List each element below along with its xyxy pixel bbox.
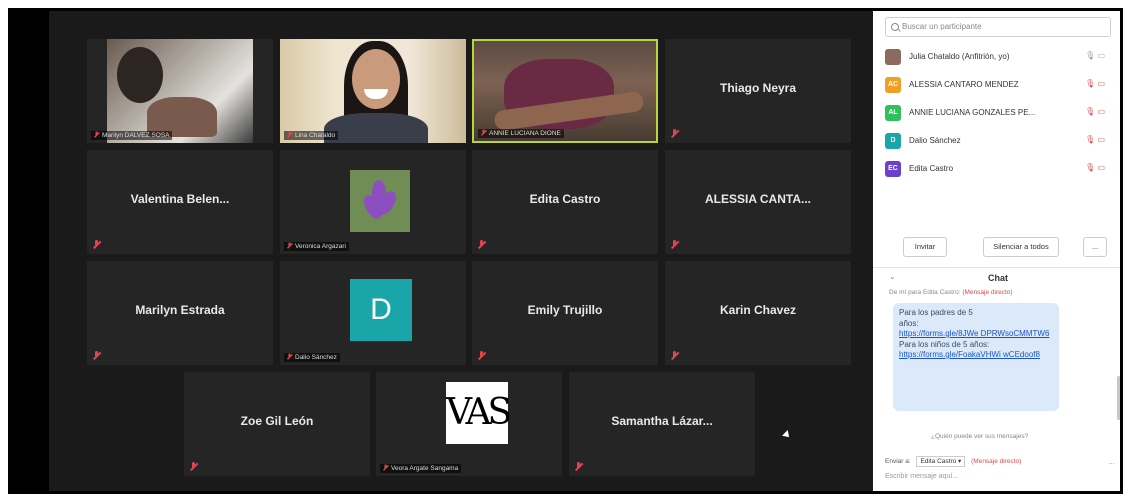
muted-mic-icon bbox=[481, 129, 486, 135]
participant-name: Thiago Neyra bbox=[719, 81, 797, 95]
message-visibility-hint[interactable]: ¿Quién puede ver sus mensajes? bbox=[931, 433, 1028, 440]
send-to-row: Enviar a: Edita Castro ▾ (Mensaje direct… bbox=[885, 456, 1022, 467]
message-link[interactable]: https://forms.gle/FoakaVHWi wCEdoof8 bbox=[899, 350, 1053, 361]
chat-previous-message: De mí para Edita Castro: (Mensaje direct… bbox=[889, 289, 1013, 296]
participant-name: Edita Castro bbox=[529, 192, 601, 206]
video-tile-edita-castro[interactable]: Edita Castro bbox=[472, 150, 658, 254]
message-text: Para los niños de 5 años: bbox=[899, 339, 990, 349]
participant-label: Marilyn DALVEZ SOSA bbox=[91, 131, 173, 140]
school-logo: VAS bbox=[446, 382, 512, 444]
video-tile-marilyn-dalvez[interactable]: Marilyn DALVEZ SOSA bbox=[87, 39, 273, 143]
mic-video-icon[interactable]: 🎙 ▭ bbox=[1085, 107, 1105, 116]
participant-name: Zoe Gil León bbox=[240, 414, 314, 428]
muted-mic-icon bbox=[478, 351, 485, 360]
screenshot-frame: Marilyn DALVEZ SOSA Lina Chataldo ANNIE … bbox=[8, 8, 1123, 494]
video-tile-alessia[interactable]: ALESSIA CANTA... bbox=[665, 150, 851, 254]
side-panel: Buscar un participante Julia Chataldo (A… bbox=[873, 11, 1120, 491]
invite-button[interactable]: Invitar bbox=[903, 237, 947, 257]
video-tile-emily-trujillo[interactable]: Emily Trujillo bbox=[472, 261, 658, 365]
avatar: AC bbox=[885, 77, 901, 93]
participant-video bbox=[107, 39, 253, 143]
muted-mic-icon bbox=[93, 351, 100, 360]
gallery-view: Marilyn DALVEZ SOSA Lina Chataldo ANNIE … bbox=[11, 11, 873, 491]
avatar: D bbox=[350, 279, 412, 341]
send-to-label: Enviar a: bbox=[885, 458, 911, 465]
video-tile-thiago-neyra[interactable]: Thiago Neyra bbox=[665, 39, 851, 143]
video-tile-valentina[interactable]: Valentina Belen... bbox=[87, 150, 273, 254]
muted-mic-icon bbox=[671, 129, 678, 138]
avatar: AL bbox=[885, 105, 901, 121]
participant-name: Marilyn Estrada bbox=[135, 303, 225, 317]
chat-message-bubble: Para los padres de 5 años: https://forms… bbox=[893, 303, 1059, 411]
muted-mic-icon bbox=[287, 131, 292, 137]
mic-video-icon[interactable]: 🎙 ▭ bbox=[1085, 79, 1105, 88]
participant-name: Julia Chataldo (Anfitrión, yo) bbox=[909, 52, 1010, 61]
participant-name: ALESSIA CANTA... bbox=[704, 192, 811, 206]
muted-mic-icon bbox=[671, 351, 678, 360]
participant-label: Veronica Argazari bbox=[284, 242, 349, 251]
participant-row[interactable]: D Dalio Sánchez 🎙 ▭ bbox=[885, 131, 1113, 153]
participant-name: Karin Chavez bbox=[719, 303, 797, 317]
chat-header: ⌄ Chat bbox=[873, 267, 1120, 288]
profile-picture-flower bbox=[350, 170, 410, 232]
participant-row[interactable]: AC ALESSIA CANTARO MENDEZ 🎙 ▭ bbox=[885, 75, 1113, 97]
video-tile-zoe-gil[interactable]: Zoe Gil León bbox=[184, 372, 370, 476]
participant-video bbox=[280, 39, 466, 143]
muted-mic-icon bbox=[190, 462, 197, 471]
direct-message-label: (Mensaje directo) bbox=[971, 458, 1022, 465]
mic-video-icon[interactable]: 🎙 ▭ bbox=[1085, 163, 1105, 172]
video-tile-lina-chataldo[interactable]: Lina Chataldo bbox=[280, 39, 466, 143]
chat-scrollbar[interactable] bbox=[1117, 376, 1120, 420]
participant-name: Dalio Sánchez bbox=[909, 136, 961, 145]
participant-name: ALESSIA CANTARO MENDEZ bbox=[909, 80, 1019, 89]
participant-name: ANNIE LUCIANA GONZALES PE... bbox=[909, 108, 1036, 117]
video-tile-veronica[interactable]: Veronica Argazari bbox=[280, 150, 466, 254]
chat-more-button[interactable]: ... bbox=[1108, 457, 1115, 466]
left-black-bar bbox=[11, 11, 49, 491]
avatar: D bbox=[885, 133, 901, 149]
participant-label: Dalio Sánchez bbox=[284, 353, 340, 362]
participant-row[interactable]: Julia Chataldo (Anfitrión, yo) 🎙 ▭ bbox=[885, 47, 1113, 69]
message-link[interactable]: https://forms.gle/8JWe DPRWsoCMMTW6 bbox=[899, 329, 1053, 340]
recipient-dropdown[interactable]: Edita Castro ▾ bbox=[916, 456, 966, 467]
muted-mic-icon bbox=[575, 462, 582, 471]
avatar bbox=[885, 49, 901, 65]
participant-label: Lina Chataldo bbox=[284, 131, 339, 140]
message-text: Para los padres de 5 bbox=[899, 308, 973, 317]
video-tile-dalio-sanchez[interactable]: D Dalio Sánchez bbox=[280, 261, 466, 365]
video-tile-karin-chavez[interactable]: Karin Chavez bbox=[665, 261, 851, 365]
chat-message-input[interactable]: Escribir mensaje aquí... bbox=[885, 473, 958, 480]
participant-video bbox=[474, 41, 656, 141]
muted-mic-icon bbox=[287, 353, 292, 359]
muted-mic-icon bbox=[93, 240, 100, 249]
video-tile-veora-argate[interactable]: VAS Veora Argate Sangama bbox=[376, 372, 562, 476]
muted-mic-icon bbox=[383, 464, 388, 470]
participant-label: Veora Argate Sangama bbox=[380, 464, 462, 473]
participant-name: Valentina Belen... bbox=[130, 192, 230, 206]
participant-name: Emily Trujillo bbox=[527, 303, 603, 317]
mute-all-button[interactable]: Silenciar a todos bbox=[983, 237, 1059, 257]
muted-mic-icon bbox=[671, 240, 678, 249]
message-text: años: bbox=[899, 318, 919, 328]
muted-mic-icon bbox=[287, 242, 292, 248]
muted-mic-icon bbox=[94, 131, 99, 137]
video-tile-annie-luciana[interactable]: ANNIE LUCIANA DIONE bbox=[472, 39, 658, 143]
video-tile-samantha[interactable]: Samantha Lázar... bbox=[569, 372, 755, 476]
participant-name: Edita Castro bbox=[909, 164, 954, 173]
mic-video-icon[interactable]: 🎙 ▭ bbox=[1085, 51, 1105, 60]
participant-name: Samantha Lázar... bbox=[611, 414, 713, 428]
participant-row[interactable]: AL ANNIE LUCIANA GONZALES PE... 🎙 ▭ bbox=[885, 103, 1113, 125]
participant-search-input[interactable]: Buscar un participante bbox=[885, 17, 1111, 37]
chat-title: Chat bbox=[988, 273, 1008, 283]
muted-mic-icon bbox=[478, 240, 485, 249]
participant-label: ANNIE LUCIANA DIONE bbox=[478, 129, 564, 138]
mic-video-icon[interactable]: 🎙 ▭ bbox=[1085, 135, 1105, 144]
more-options-button[interactable]: ... bbox=[1083, 237, 1107, 257]
video-tile-marilyn-estrada[interactable]: Marilyn Estrada bbox=[87, 261, 273, 365]
search-icon bbox=[891, 23, 899, 31]
avatar: EC bbox=[885, 161, 901, 177]
participant-row[interactable]: EC Edita Castro 🎙 ▭ bbox=[885, 159, 1113, 181]
mouse-cursor-icon bbox=[782, 430, 792, 440]
